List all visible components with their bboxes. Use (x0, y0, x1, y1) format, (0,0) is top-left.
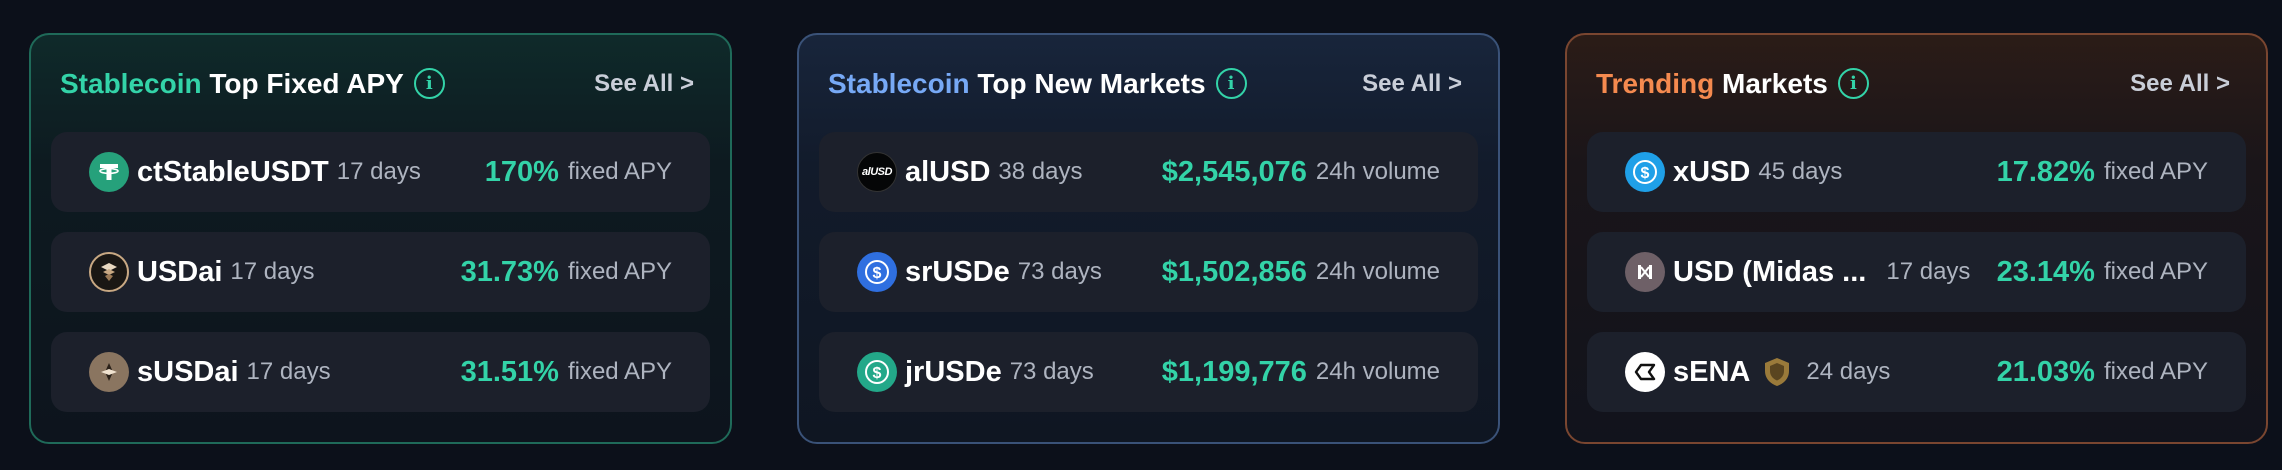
market-row[interactable]: $ jrUSDe 73 days $1,199,776 24h volume (819, 332, 1478, 412)
market-name: sENA (1673, 355, 1751, 388)
market-name: ctStableUSDT (137, 155, 329, 188)
market-days: 73 days (1009, 358, 1094, 385)
market-days: 17 days (246, 358, 331, 385)
market-row[interactable]: USDai 17 days 31.73% fixed APY (51, 232, 710, 312)
market-name: xUSD (1673, 155, 1751, 188)
svg-text:$: $ (873, 265, 882, 282)
market-value: 23.14% (1996, 255, 2095, 288)
market-days: 17 days (1886, 258, 1971, 285)
card-title: Stablecoin Top Fixed APY (60, 68, 404, 100)
market-name: USD (Midas ... (1673, 255, 1867, 288)
market-value: $1,199,776 (1161, 355, 1307, 388)
info-icon[interactable]: i (1215, 68, 1247, 99)
alusd-coin-icon: alUSD (857, 152, 897, 192)
market-row[interactable]: $ xUSD 45 days 17.82% fixed APY (1587, 132, 2246, 212)
title-accent: Stablecoin (828, 67, 970, 99)
market-name: sUSDai (137, 355, 239, 388)
market-name: USDai (137, 255, 223, 288)
market-name: jrUSDe (905, 355, 1002, 388)
market-unit: fixed APY (2103, 358, 2208, 385)
title-rest: Top New Markets (977, 67, 1206, 99)
midas-coin-icon (1625, 252, 1665, 292)
market-row[interactable]: sUSDai 17 days 31.51% fixed APY (51, 332, 710, 412)
card-title: Trending Markets (1596, 68, 1828, 100)
market-name: alUSD (905, 155, 991, 188)
title-rest: Top Fixed APY (209, 67, 404, 99)
srusde-coin-icon: $ (857, 252, 897, 292)
market-unit: fixed APY (567, 158, 672, 185)
markets-overview: Stablecoin Top Fixed APY i See All > ctS… (0, 0, 2282, 470)
market-value: 21.03% (1996, 355, 2095, 388)
market-unit: 24h volume (1315, 358, 1440, 385)
market-value: $2,545,076 (1161, 155, 1307, 188)
market-row[interactable]: alUSD alUSD 38 days $2,545,076 24h volum… (819, 132, 1478, 212)
info-icon[interactable]: i (413, 68, 445, 99)
usdai-coin-icon (89, 252, 129, 292)
market-value: 31.51% (460, 355, 559, 388)
card-stablecoin-top-fixed-apy: Stablecoin Top Fixed APY i See All > ctS… (29, 33, 732, 444)
title-accent: Stablecoin (60, 67, 202, 99)
see-all-link[interactable]: See All > (594, 70, 694, 98)
market-unit: fixed APY (2103, 258, 2208, 285)
market-row[interactable]: sENA 24 days 21.03% fixed APY (1587, 332, 2246, 412)
svg-text:$: $ (873, 365, 882, 382)
info-icon[interactable]: i (1837, 68, 1869, 99)
market-unit: 24h volume (1315, 258, 1440, 285)
title-rest: Markets (1722, 67, 1828, 99)
market-name: srUSDe (905, 255, 1010, 288)
title-accent: Trending (1596, 67, 1715, 99)
market-value: $1,502,856 (1161, 255, 1307, 288)
card-header: Stablecoin Top Fixed APY i See All > (51, 35, 710, 132)
market-unit: fixed APY (2103, 158, 2208, 185)
market-days: 17 days (230, 258, 315, 285)
market-unit: fixed APY (567, 258, 672, 285)
see-all-link[interactable]: See All > (2130, 70, 2230, 98)
see-all-link[interactable]: See All > (1362, 70, 1462, 98)
alusd-icon-text: alUSD (862, 166, 892, 178)
market-unit: 24h volume (1315, 158, 1440, 185)
shield-icon (1765, 358, 1790, 386)
card-stablecoin-top-new-markets: Stablecoin Top New Markets i See All > a… (797, 33, 1500, 444)
market-value: 170% (484, 155, 559, 188)
susdai-coin-icon (89, 352, 129, 392)
market-days: 38 days (998, 158, 1083, 185)
market-days: 17 days (336, 158, 421, 185)
market-row[interactable]: $ srUSDe 73 days $1,502,856 24h volume (819, 232, 1478, 312)
market-days: 24 days (1806, 358, 1891, 385)
tether-coin-icon (89, 152, 129, 192)
sena-coin-icon (1625, 352, 1665, 392)
card-header: Stablecoin Top New Markets i See All > (819, 35, 1478, 132)
market-value: 17.82% (1996, 155, 2095, 188)
card-header: Trending Markets i See All > (1587, 35, 2246, 132)
market-row[interactable]: USD (Midas ... 17 days 23.14% fixed APY (1587, 232, 2246, 312)
market-unit: fixed APY (567, 358, 672, 385)
card-title: Stablecoin Top New Markets (828, 68, 1206, 100)
market-row[interactable]: ctStableUSDT 17 days 170% fixed APY (51, 132, 710, 212)
market-value: 31.73% (460, 255, 559, 288)
card-trending-markets: Trending Markets i See All > $ xUSD 45 d… (1565, 33, 2268, 444)
jrusde-coin-icon: $ (857, 352, 897, 392)
xusd-coin-icon: $ (1625, 152, 1665, 192)
market-days: 73 days (1017, 258, 1102, 285)
svg-text:$: $ (1641, 165, 1650, 182)
market-days: 45 days (1758, 158, 1843, 185)
